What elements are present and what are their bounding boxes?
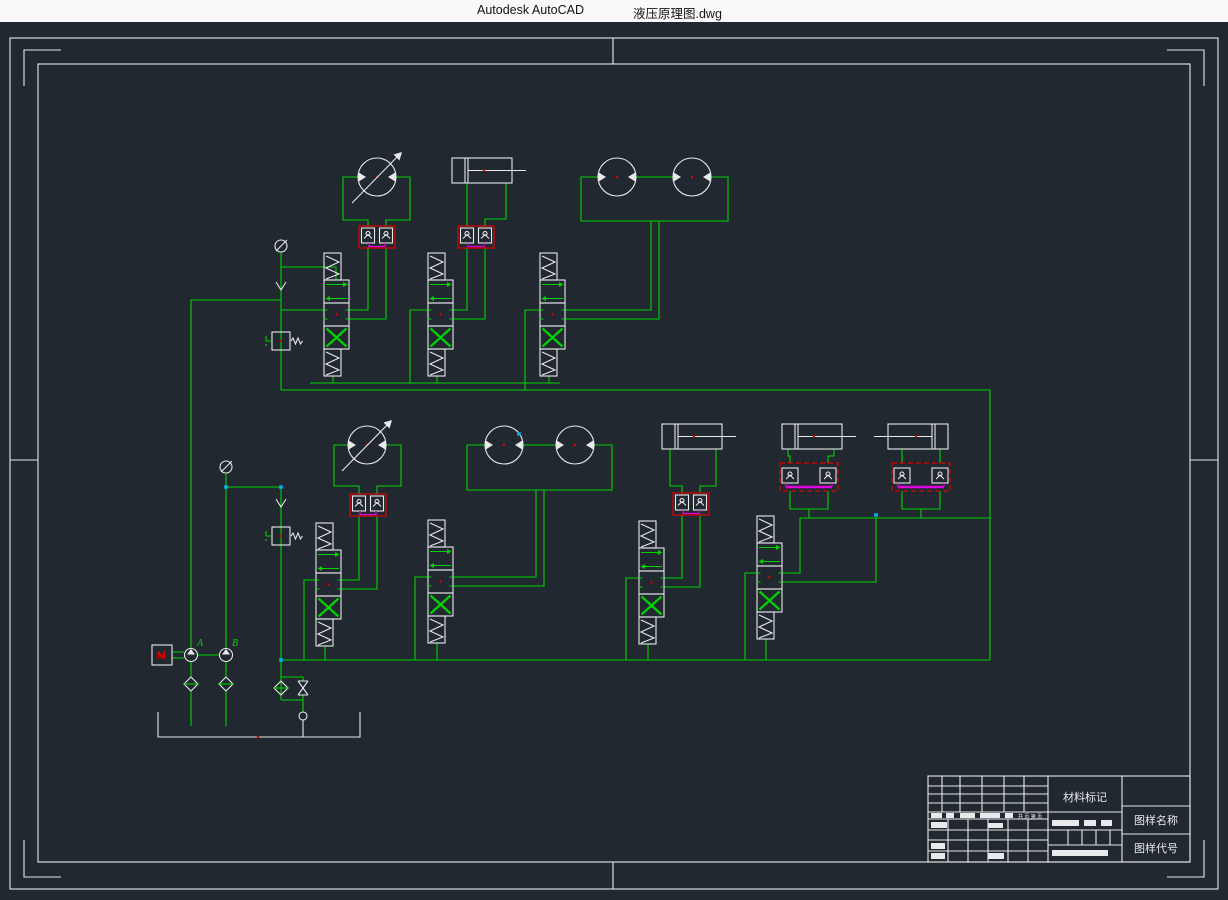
check-valve-block-3[interactable] <box>350 494 386 516</box>
pump-a-label: A <box>196 638 204 649</box>
motor-2b[interactable] <box>556 426 594 464</box>
pump-b-label: B <box>232 638 238 649</box>
drawing-code-label: 图样代号 <box>1134 841 1178 855</box>
material-mark-label: 材料标记 <box>1063 790 1107 804</box>
pressure-gauge-2[interactable] <box>220 461 232 473</box>
title-block: 材料标记 图样名称 图样代号 共 页 第 页 <box>928 776 1190 862</box>
directional-valve-2[interactable] <box>428 253 453 376</box>
directional-valve-4[interactable] <box>316 523 341 646</box>
directional-valve-7[interactable] <box>757 516 782 639</box>
document-title: 液压原理图.dwg <box>633 3 722 22</box>
drain-gauge[interactable] <box>299 712 307 720</box>
cylinder-3[interactable] <box>782 424 856 449</box>
titlebar: Autodesk AutoCAD 液压原理图.dwg <box>0 0 1228 22</box>
drawing-canvas[interactable]: M A B 材料标记 图样名称 图样代号 共 页 第 页 <box>0 22 1228 900</box>
cylinder-1[interactable] <box>452 158 526 183</box>
directional-valve-3[interactable] <box>540 253 565 376</box>
variable-motor-2[interactable] <box>342 420 392 471</box>
hydraulic-pipes[interactable] <box>172 177 990 726</box>
power-unit[interactable]: M A B <box>152 638 360 738</box>
variable-motor-1[interactable] <box>352 152 402 203</box>
motor-1b[interactable] <box>673 158 711 196</box>
pages-label: 共 页 第 页 <box>1018 813 1042 820</box>
check-valve-block-2[interactable] <box>458 226 494 248</box>
filter-b[interactable] <box>218 677 234 691</box>
pilot-check-block-1[interactable] <box>780 463 838 491</box>
app-title: Autodesk AutoCAD <box>477 3 584 17</box>
relief-valve-1[interactable] <box>266 332 303 350</box>
directional-valve-6[interactable] <box>639 521 664 644</box>
motor-1a[interactable] <box>598 158 636 196</box>
check-valve-block-1[interactable] <box>359 226 395 248</box>
drawing-name-label: 图样名称 <box>1134 813 1178 827</box>
cylinder-2[interactable] <box>662 424 736 449</box>
motor-2a[interactable] <box>485 426 523 464</box>
pilot-check-block-2[interactable] <box>892 463 950 491</box>
pump-b[interactable] <box>220 649 233 662</box>
pump-a[interactable] <box>185 649 198 662</box>
relief-valve-2[interactable] <box>266 527 303 545</box>
directional-valve-5[interactable] <box>428 520 453 643</box>
shutoff-valve[interactable] <box>298 681 308 695</box>
check-valve-block-4[interactable] <box>673 493 709 515</box>
cylinder-4[interactable] <box>874 424 948 449</box>
electric-motor-label: M <box>157 650 166 662</box>
drawing-svg[interactable]: M A B 材料标记 图样名称 图样代号 共 页 第 页 <box>0 22 1228 900</box>
pressure-gauge-1[interactable] <box>275 240 287 252</box>
filter-a[interactable] <box>183 677 199 691</box>
tank[interactable] <box>158 712 360 737</box>
